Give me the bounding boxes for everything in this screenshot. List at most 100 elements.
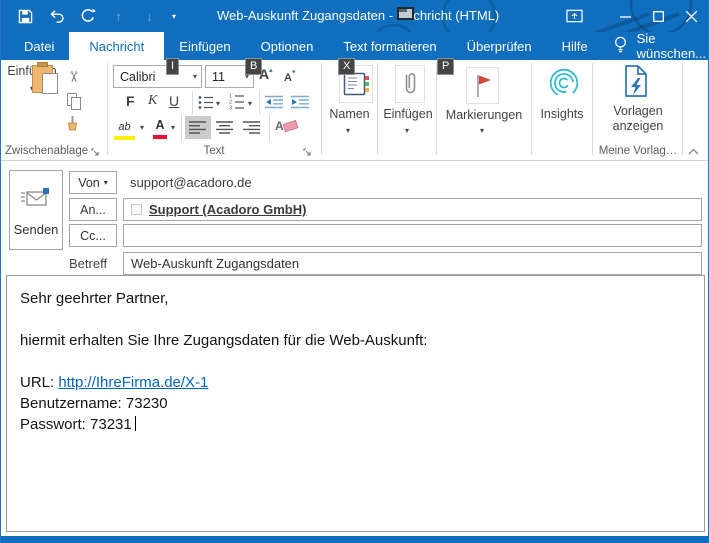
subject-value: Web-Auskunft Zugangsdaten xyxy=(131,256,299,271)
window-controls xyxy=(558,0,708,32)
clipboard-dialog-launcher-icon[interactable] xyxy=(91,145,102,156)
eraser-icon: A xyxy=(275,118,299,133)
indent-icon xyxy=(291,95,310,109)
close-icon[interactable] xyxy=(675,0,708,32)
window-title: Web-Auskunft Zugangsdaten - Nachricht (H… xyxy=(217,8,499,23)
from-dropdown-icon: ▾ xyxy=(104,178,108,187)
templates-button[interactable] xyxy=(622,64,650,103)
lightbulb-icon xyxy=(613,36,628,57)
from-button[interactable]: Von▾ xyxy=(69,171,117,194)
paperclip-icon xyxy=(401,70,419,98)
ribbon: Einfügen ▾ ✂ Zwischenablage Calibri ▾ 11… xyxy=(1,60,708,161)
cut-button[interactable]: ✂ xyxy=(63,68,83,86)
underline-button[interactable]: U xyxy=(169,93,179,109)
font-color-button[interactable]: A xyxy=(153,116,167,139)
subject-field[interactable]: Web-Auskunft Zugangsdaten xyxy=(123,252,702,275)
move-down-icon: ↓ xyxy=(141,8,158,25)
from-value: support@acadoro.de xyxy=(130,175,252,190)
text-dialog-launcher-icon[interactable] xyxy=(303,145,314,156)
decrease-indent-button[interactable] xyxy=(265,95,284,114)
align-right-icon xyxy=(242,121,260,134)
body-line-username: Benutzername: 73230 xyxy=(20,393,690,414)
customize-qat-icon[interactable]: ▾ xyxy=(172,12,176,21)
undo-icon[interactable] xyxy=(48,8,65,25)
minimize-icon[interactable] xyxy=(609,0,642,32)
align-right-button[interactable] xyxy=(238,116,264,139)
italic-button[interactable]: K xyxy=(148,93,157,109)
body-line-password: Passwort: 73231 xyxy=(20,414,690,435)
cc-field[interactable] xyxy=(123,224,702,247)
to-field[interactable]: Support (Acadoro GmbH) xyxy=(123,198,702,221)
names-label: Namen xyxy=(322,107,377,121)
align-left-button[interactable] xyxy=(185,116,211,139)
maximize-icon[interactable] xyxy=(642,0,675,32)
ribbon-display-options-icon[interactable] xyxy=(558,0,591,32)
templates-label: Vorlagen anzeigen xyxy=(595,104,681,134)
highlight-dropdown-icon[interactable]: ▾ xyxy=(140,123,144,132)
text-group-label: Text xyxy=(107,145,321,157)
body-line-intro: hiermit erhalten Sie Ihre Zugangsdaten f… xyxy=(20,330,690,351)
send-button[interactable]: Senden xyxy=(9,170,63,250)
numbering-dropdown-icon[interactable]: ▾ xyxy=(248,99,252,108)
tags-button[interactable] xyxy=(466,67,499,104)
font-color-dropdown-icon[interactable]: ▾ xyxy=(171,123,175,132)
tab-datei[interactable]: Datei xyxy=(9,32,69,60)
message-body[interactable]: Sehr geehrter Partner, hiermit erhalten … xyxy=(6,275,705,532)
body-link[interactable]: http://IhreFirma.de/X-1 xyxy=(58,374,208,391)
send-icon xyxy=(20,187,52,209)
attach-dropdown-icon[interactable]: ▾ xyxy=(405,126,409,135)
tab-optionen[interactable]: Optionen xyxy=(246,32,329,60)
increase-indent-button[interactable] xyxy=(291,95,310,114)
align-center-button[interactable] xyxy=(212,116,238,139)
to-recipient[interactable]: Support (Acadoro GmbH) xyxy=(149,202,306,217)
shrink-font-button[interactable]: A▾ xyxy=(284,68,295,86)
font-name-dropdown-icon: ▾ xyxy=(193,72,197,81)
font-size-value: 11 xyxy=(212,70,225,84)
body-line-greeting: Sehr geehrter Partner, xyxy=(20,288,690,309)
insights-icon xyxy=(548,67,580,99)
insights-button[interactable] xyxy=(548,67,580,104)
highlight-button[interactable]: ab xyxy=(114,117,135,140)
cc-button[interactable]: Cc... xyxy=(69,224,117,247)
svg-text:3: 3 xyxy=(229,106,232,111)
window-bottom-border xyxy=(1,536,708,543)
tags-label: Markierungen xyxy=(437,108,531,122)
templates-icon xyxy=(622,64,650,98)
scissors-icon: ✂ xyxy=(64,71,82,84)
tab-einfuegen[interactable]: Einfügen xyxy=(164,32,245,60)
numbering-button[interactable]: 1 2 3 xyxy=(229,93,245,115)
url-prefix: URL: xyxy=(20,374,58,391)
insights-label: Insights xyxy=(532,107,592,121)
tab-nachricht[interactable]: Nachricht xyxy=(69,32,164,60)
bold-button[interactable]: F xyxy=(126,93,135,109)
bullets-button[interactable] xyxy=(198,95,214,115)
numbering-icon: 1 2 3 xyxy=(229,93,245,110)
keytip-text-formatieren: X xyxy=(338,58,355,75)
tab-ueberpruefen[interactable]: Überprüfen xyxy=(452,32,547,60)
tab-hilfe[interactable]: Hilfe xyxy=(547,32,603,60)
mini-window-icon xyxy=(397,7,414,20)
text-cursor xyxy=(135,416,136,431)
compose-header: Senden Von▾ support@acadoro.de An... Sup… xyxy=(1,162,708,275)
move-up-icon: ↑ xyxy=(110,8,127,25)
tell-me-search[interactable]: Sie wünschen... xyxy=(613,32,708,60)
flag-icon xyxy=(472,73,494,99)
to-button[interactable]: An... xyxy=(69,198,117,221)
copy-button[interactable] xyxy=(64,92,84,110)
redo-icon[interactable] xyxy=(79,8,96,25)
recipient-presence-icon xyxy=(131,204,142,215)
outdent-icon xyxy=(265,95,284,109)
save-icon[interactable] xyxy=(17,8,34,25)
format-painter-button[interactable] xyxy=(62,115,82,133)
copy-icon xyxy=(67,93,82,110)
attach-button[interactable] xyxy=(395,65,425,103)
bullets-dropdown-icon[interactable]: ▾ xyxy=(216,99,220,108)
names-dropdown-icon[interactable]: ▾ xyxy=(346,126,350,135)
paste-button[interactable]: Einfügen ▾ xyxy=(6,64,58,142)
collapse-ribbon-icon[interactable] xyxy=(687,143,700,161)
clear-formatting-button[interactable]: A xyxy=(275,118,299,138)
font-name-select[interactable]: Calibri ▾ xyxy=(113,65,202,88)
tags-dropdown-icon[interactable]: ▾ xyxy=(480,126,484,135)
font-name-value: Calibri xyxy=(120,70,155,84)
tab-text-formatieren[interactable]: Text formatieren xyxy=(328,32,451,60)
